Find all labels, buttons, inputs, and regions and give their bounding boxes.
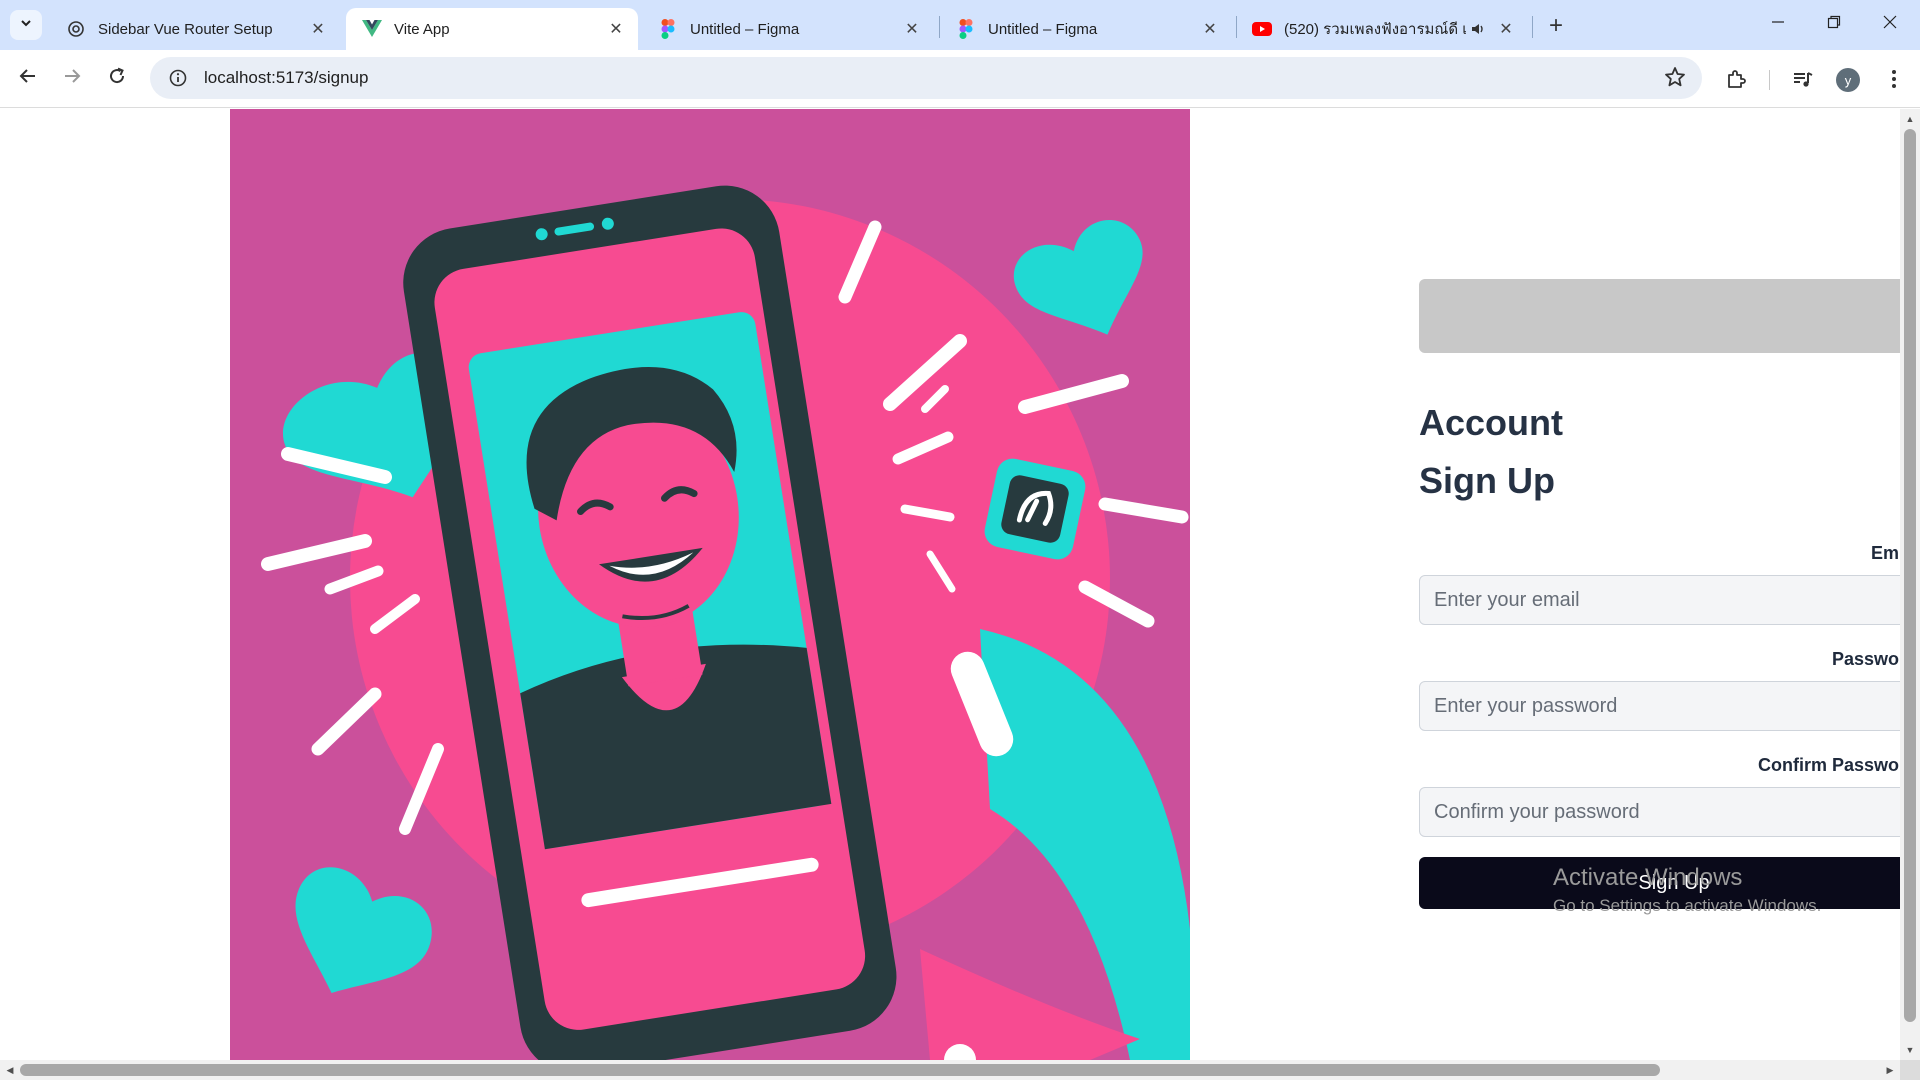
arrow-right-icon xyxy=(63,67,81,90)
illustration-svg xyxy=(261,185,1190,1060)
close-window-button[interactable] xyxy=(1862,0,1918,48)
horizontal-scrollbar[interactable]: ◀ ▶ xyxy=(0,1060,1900,1080)
address-bar[interactable]: localhost:5173/signup xyxy=(150,57,1702,99)
tab-title: Vite App xyxy=(394,20,450,38)
tab-figma-2[interactable]: Untitled – Figma ✕ xyxy=(940,8,1232,50)
chatgpt-icon xyxy=(66,19,86,39)
site-info-icon[interactable] xyxy=(158,57,198,99)
restore-icon xyxy=(1827,15,1841,34)
back-button[interactable] xyxy=(10,60,46,96)
tab-separator xyxy=(1532,16,1533,38)
close-icon[interactable]: ✕ xyxy=(606,19,626,39)
vertical-scroll-thumb[interactable] xyxy=(1904,129,1916,1022)
forward-button[interactable] xyxy=(54,60,90,96)
scroll-left-arrow-icon[interactable]: ◀ xyxy=(2,1060,18,1080)
tab-title: Sidebar Vue Router Setup xyxy=(98,20,273,38)
tab-figma-1[interactable]: Untitled – Figma ✕ xyxy=(642,8,934,50)
email-label: Em xyxy=(1870,543,1899,563)
plus-icon: + xyxy=(1548,12,1563,39)
profile-avatar[interactable]: y xyxy=(1836,68,1860,92)
activation-subtitle: Go to Settings to activate Windows. xyxy=(1553,896,1822,915)
reload-icon xyxy=(108,67,126,90)
heart-icon xyxy=(295,867,432,993)
tab-title: (520) รวมเพลงฟังอารมณ์ดี เพล xyxy=(1284,21,1466,38)
tab-title: Untitled – Figma xyxy=(988,20,1098,38)
figma-icon xyxy=(956,19,976,39)
media-control-icon[interactable] xyxy=(1788,65,1816,93)
confirm-password-label: Confirm Passwo xyxy=(1757,755,1899,775)
page-title-line-2: Sign Up xyxy=(1419,460,1555,501)
password-label: Passwo xyxy=(1831,649,1899,669)
chevron-down-icon xyxy=(19,16,33,35)
signup-form: Account Sign Up Em Passwo Confirm Passwo… xyxy=(1419,109,1900,1060)
confirm-password-input[interactable] xyxy=(1419,787,1900,837)
scroll-down-arrow-icon[interactable]: ▼ xyxy=(1900,1042,1920,1058)
close-icon[interactable]: ✕ xyxy=(1200,19,1220,39)
close-icon[interactable]: ✕ xyxy=(902,19,922,39)
address-text: localhost:5173/signup xyxy=(204,68,369,87)
minimize-button[interactable] xyxy=(1750,0,1806,48)
tab-youtube[interactable]: (520) รวมเพลงฟังอารมณ์ดี เพล ✕ xyxy=(1236,8,1528,50)
scroll-up-arrow-icon[interactable]: ▲ xyxy=(1900,111,1920,127)
vertical-scrollbar[interactable]: ▲ ▼ xyxy=(1900,109,1920,1060)
tab-search-button[interactable] xyxy=(10,10,42,40)
email-input[interactable] xyxy=(1419,575,1900,625)
new-tab-button[interactable]: + xyxy=(1540,12,1572,40)
password-input[interactable] xyxy=(1419,681,1900,731)
kebab-menu-icon[interactable] xyxy=(1880,65,1908,93)
signup-illustration xyxy=(230,109,1190,1060)
close-icon[interactable]: ✕ xyxy=(308,19,328,39)
vue-icon xyxy=(362,19,382,39)
extensions-icon[interactable] xyxy=(1722,65,1750,93)
scroll-right-arrow-icon[interactable]: ▶ xyxy=(1882,1060,1898,1080)
tab-sidebar-vue-router[interactable]: Sidebar Vue Router Setup ✕ xyxy=(50,8,340,50)
heart-icon xyxy=(1013,220,1143,335)
browser-toolbar: localhost:5173/signup y xyxy=(0,50,1920,108)
scrollbar-corner xyxy=(1900,1060,1920,1080)
arrow-left-icon xyxy=(19,67,37,90)
form-header-bar xyxy=(1419,279,1900,353)
toolbar-divider xyxy=(1769,70,1770,90)
minimize-icon xyxy=(1771,15,1785,34)
restore-button[interactable] xyxy=(1806,0,1862,48)
reload-button[interactable] xyxy=(99,60,135,96)
tab-vite-app[interactable]: Vite App ✕ xyxy=(346,8,638,50)
bookmark-star-icon[interactable] xyxy=(1664,66,1686,93)
activation-title: Activate Windows xyxy=(1553,864,1743,891)
tab-title: Untitled – Figma xyxy=(690,20,800,38)
page-title-line-1: Account xyxy=(1419,402,1563,443)
close-icon xyxy=(1883,15,1897,34)
close-icon[interactable]: ✕ xyxy=(1496,19,1516,39)
page-viewport: Account Sign Up Em Passwo Confirm Passwo… xyxy=(0,109,1900,1060)
figma-icon xyxy=(658,19,678,39)
horizontal-scroll-thumb[interactable] xyxy=(20,1064,1660,1076)
tab-strip: Sidebar Vue Router Setup ✕ Vite App ✕ Un… xyxy=(0,0,1920,50)
youtube-icon xyxy=(1252,19,1272,39)
speaker-icon[interactable] xyxy=(1468,19,1488,39)
windows-activation-watermark: Activate Windows Go to Settings to activ… xyxy=(1553,864,1821,916)
music-note-icon xyxy=(984,458,1086,560)
